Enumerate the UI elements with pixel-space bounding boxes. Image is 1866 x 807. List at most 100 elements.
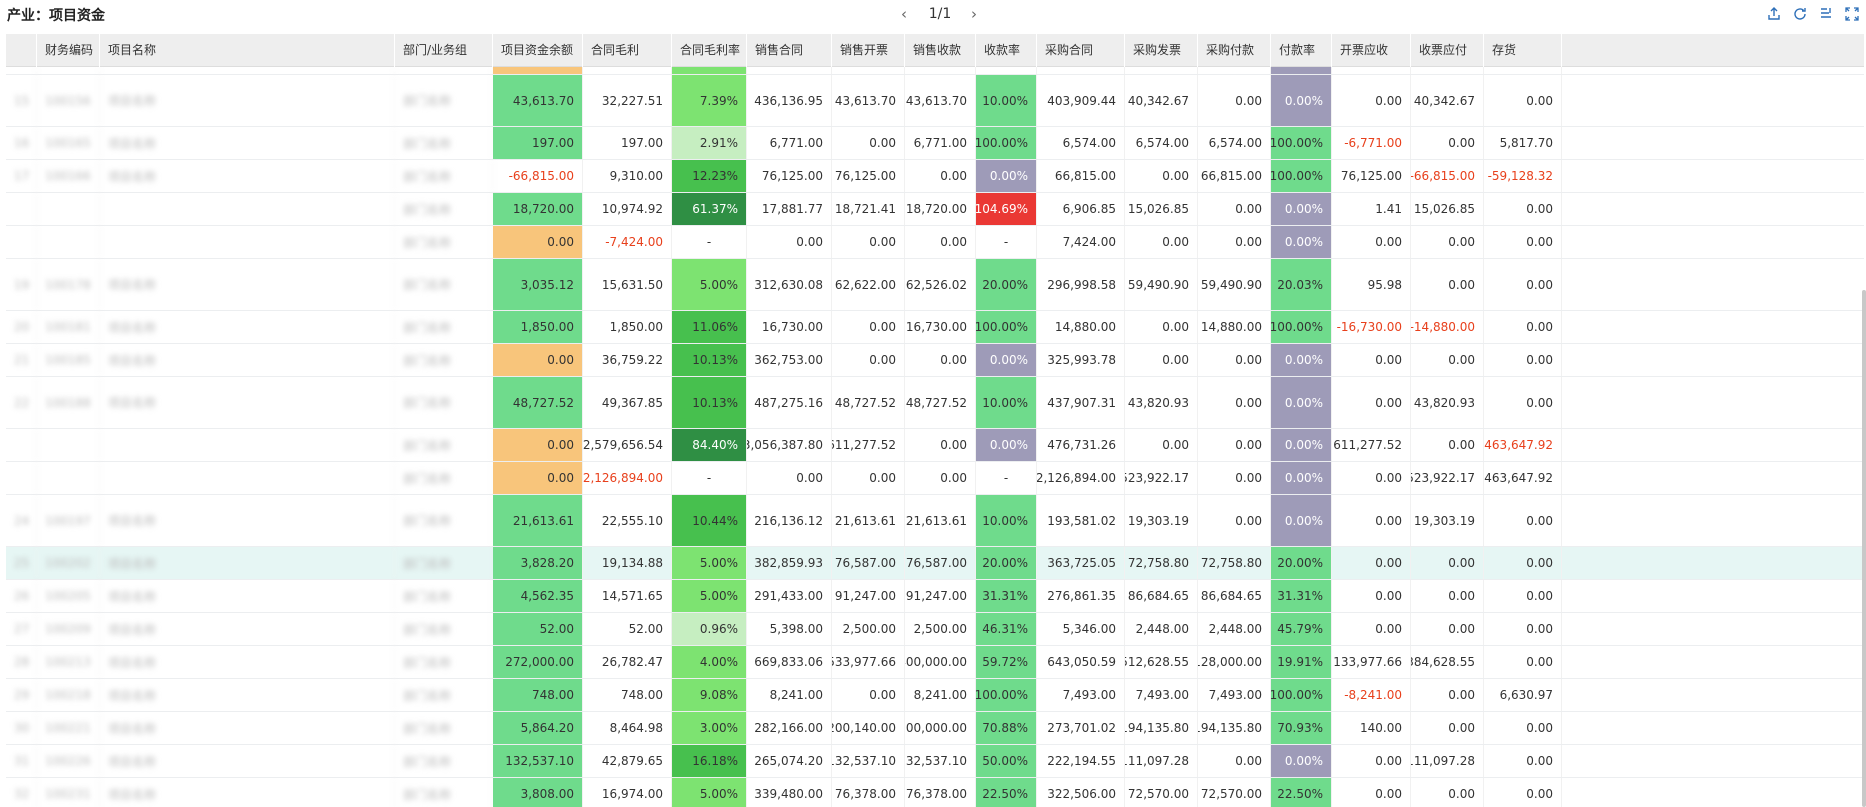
- table-row[interactable]: 31 100226 项目名称 部门名称 132,537.10 42,879.65 16.18…: [6, 745, 1864, 778]
- table-cell: [1037, 67, 1125, 74]
- table-cell: [583, 67, 672, 74]
- column-header[interactable]: 销售合同: [747, 34, 832, 67]
- table-row[interactable]: [6, 67, 1864, 75]
- table-cell: 133,977.66: [1332, 646, 1411, 678]
- column-header[interactable]: 合同毛利: [583, 34, 672, 67]
- table-row[interactable]: 19 100178 项目名称 部门名称 3,035.12 15,631.50 5.00% 31…: [6, 259, 1864, 311]
- table-cell: 76,587.00: [832, 547, 905, 579]
- table-cell: 128,000.00: [1198, 646, 1271, 678]
- column-header[interactable]: 收票应付: [1411, 34, 1484, 67]
- table-cell: 0.00: [1198, 344, 1271, 376]
- table-cell: 6,771.00: [905, 127, 976, 159]
- column-header[interactable]: 部门/业务组: [395, 34, 493, 67]
- table-cell: 26,782.47: [583, 646, 672, 678]
- table-row[interactable]: 26 100205 项目名称 部门名称 4,562.35 14,571.65 5.00% 29…: [6, 580, 1864, 613]
- column-header[interactable]: 财务编码: [37, 34, 100, 67]
- finance-code-cell: 100226: [37, 745, 100, 777]
- column-header[interactable]: 项目名称: [100, 34, 395, 67]
- column-header[interactable]: 存货: [1484, 34, 1562, 67]
- table-row[interactable]: 25 100202 项目名称 部门名称 3,828.20 19,134.88 5.00% 38…: [6, 547, 1864, 580]
- table-row[interactable]: 部门名称 0.00 -7,424.00-0.00 0.00 0.00-7,424.00 0…: [6, 226, 1864, 259]
- department-cell: 部门名称: [395, 193, 493, 225]
- column-header[interactable]: 销售开票: [832, 34, 905, 67]
- expand-icon[interactable]: [1844, 6, 1862, 24]
- table-cell: 5.00%: [672, 778, 747, 807]
- chevron-left-icon[interactable]: ‹: [895, 4, 913, 24]
- project-name-cell: 项目名称: [100, 580, 395, 612]
- table-cell: 273,701.02: [1037, 712, 1125, 744]
- table-cell: 0.00: [832, 679, 905, 711]
- table-cell: 100.00%: [1271, 679, 1332, 711]
- table-cell: 0.00: [905, 462, 976, 494]
- table-row[interactable]: 21 100185 项目名称 部门名称 0.00 36,759.22 10.13% 362,7…: [6, 344, 1864, 377]
- vertical-scrollbar[interactable]: [1862, 290, 1866, 807]
- table-cell: 265,074.20: [747, 745, 832, 777]
- table-cell: 43,613.70: [832, 75, 905, 126]
- data-table: 财务编码 项目名称 部门/业务组 项目资金余额 合同毛利 合同毛利率 销售合同 销售开票 销售收…: [6, 34, 1864, 807]
- column-header[interactable]: 项目资金余额: [493, 34, 583, 67]
- column-header[interactable]: [6, 34, 37, 67]
- table-row[interactable]: 17 100166 项目名称 部门名称 -66,815.00 9,310.00 12.23%…: [6, 160, 1864, 193]
- table-cell: 91,247.00: [905, 580, 976, 612]
- table-row[interactable]: 32 100231 项目名称 部门名称 3,808.00 16,974.00 5.00% 33…: [6, 778, 1864, 807]
- project-name-cell: [100, 193, 395, 225]
- chevron-right-icon[interactable]: ›: [965, 4, 983, 24]
- column-header[interactable]: 销售收款: [905, 34, 976, 67]
- refresh-icon[interactable]: [1792, 6, 1810, 24]
- table-cell: 76,378.00: [832, 778, 905, 807]
- table-cell: 20.00%: [976, 547, 1037, 579]
- table-cell: 16,730.00: [747, 311, 832, 343]
- table-cell: 487,275.16: [747, 377, 832, 428]
- table-cell: 19.91%: [1271, 646, 1332, 678]
- table-cell: 0.00: [1411, 679, 1484, 711]
- column-header[interactable]: 收款率: [976, 34, 1037, 67]
- table-cell: 12.23%: [672, 160, 747, 192]
- table-row[interactable]: 30 100221 项目名称 部门名称 5,864.20 8,464.98 3.00% 282…: [6, 712, 1864, 745]
- table-cell: 0.00: [1198, 193, 1271, 225]
- table-cell: 6,574.00: [1125, 127, 1198, 159]
- table-row[interactable]: 22 100188 项目名称 部门名称 48,727.52 49,367.85 10.13%…: [6, 377, 1864, 429]
- column-header[interactable]: 合同毛利率: [672, 34, 747, 67]
- project-name-cell: 项目名称: [100, 547, 395, 579]
- table-cell: 6,574.00: [1037, 127, 1125, 159]
- table-row[interactable]: 16 100165 项目名称 部门名称 197.00 197.00 2.91% 6,771.0…: [6, 127, 1864, 160]
- department-cell: 部门名称: [395, 547, 493, 579]
- project-name-cell: [100, 226, 395, 258]
- table-cell: 0.00%: [1271, 745, 1332, 777]
- table-cell: 194,135.80: [1125, 712, 1198, 744]
- table-row[interactable]: 20 100181 项目名称 部门名称 1,850.00 1,850.00 11.06% 16…: [6, 311, 1864, 344]
- table-cell: 0.00: [1125, 429, 1198, 461]
- department-cell: 部门名称: [395, 259, 493, 310]
- column-header[interactable]: 采购付款: [1198, 34, 1271, 67]
- table-row[interactable]: 部门名称 0.00 -2,126,894.00-0.00 0.00 0.00-2,126…: [6, 462, 1864, 495]
- table-cell: 2.91%: [672, 127, 747, 159]
- table-cell: 4,562.35: [493, 580, 583, 612]
- table-cell: 0.00: [1484, 377, 1562, 428]
- table-row[interactable]: 部门名称 0.00 2,579,656.54 84.40% 3,056,387.80 61…: [6, 429, 1864, 462]
- table-row[interactable]: 24 100197 项目名称 部门名称 21,613.61 22,555.10 10.44%…: [6, 495, 1864, 547]
- column-header[interactable]: 付款率: [1271, 34, 1332, 67]
- column-header[interactable]: 采购合同: [1037, 34, 1125, 67]
- table-cell: 611,277.52: [832, 429, 905, 461]
- table-row[interactable]: 部门名称 18,720.00 10,974.92 61.37% 17,881.77 18,…: [6, 193, 1864, 226]
- table-cell: 197.00: [493, 127, 583, 159]
- table-cell: -7,424.00: [583, 226, 672, 258]
- table-cell: -: [976, 226, 1037, 258]
- export-icon[interactable]: [1766, 6, 1784, 24]
- table-cell: 6,630.97: [1484, 679, 1562, 711]
- department-cell: 部门名称: [395, 745, 493, 777]
- table-row[interactable]: 27 100209 项目名称 部门名称 52.00 52.00 0.96% 5,398.00 2…: [6, 613, 1864, 646]
- table-cell: 100.00%: [1271, 160, 1332, 192]
- table-cell: 0.00%: [976, 429, 1037, 461]
- table-cell: 0.00: [1198, 462, 1271, 494]
- table-row[interactable]: 28 100213 项目名称 部门名称 272,000.00 26,782.47 4.00%…: [6, 646, 1864, 679]
- table-cell: 132,537.10: [832, 745, 905, 777]
- sort-icon[interactable]: [1818, 6, 1836, 24]
- column-header[interactable]: 采购发票: [1125, 34, 1198, 67]
- column-header[interactable]: 开票应收: [1332, 34, 1411, 67]
- top-bar: 产业：项目资金 ‹ 1/1 ›: [0, 0, 1866, 30]
- table-row[interactable]: 15 100156 项目名称 部门名称 43,613.70 32,227.51 7.39% 4…: [6, 75, 1864, 127]
- table-row[interactable]: 29 100218 项目名称 部门名称 748.00 748.00 9.08% 8,241.0…: [6, 679, 1864, 712]
- table-cell: 31.31%: [1271, 580, 1332, 612]
- table-cell: 0.00: [1125, 311, 1198, 343]
